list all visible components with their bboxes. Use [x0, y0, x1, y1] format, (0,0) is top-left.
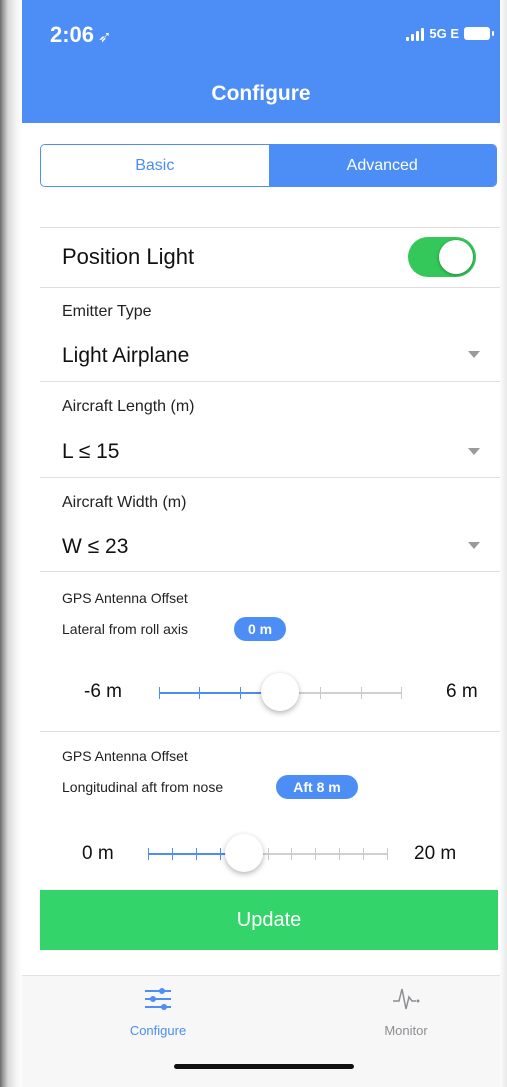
emitter-type-select[interactable]: Light Airplane	[62, 344, 189, 368]
longitudinal-offset-caption: Longitudinal aft from nose	[62, 779, 224, 795]
slider-tick	[315, 848, 317, 860]
device-frame-edge-right	[499, 0, 507, 1087]
slider-tick	[291, 848, 293, 860]
aircraft-length-caption: Aircraft Length (m)	[62, 398, 195, 415]
slider-tick	[239, 687, 241, 699]
divider	[40, 477, 500, 478]
divider	[40, 287, 500, 288]
sliders-icon	[145, 988, 171, 1010]
longitudinal-slider-min-label: 0 m	[82, 843, 114, 864]
tab-monitor[interactable]: Monitor	[346, 986, 466, 1038]
slider-tick	[171, 848, 173, 860]
page-title: Configure	[211, 82, 311, 105]
signal-strength-icon	[406, 27, 425, 41]
tab-bar: Configure Monitor	[22, 975, 500, 1087]
slider-tick	[159, 687, 160, 699]
status-time-text: 2:06	[50, 22, 95, 47]
aircraft-width-caption: Aircraft Width (m)	[62, 494, 187, 511]
position-light-label: Position Light	[62, 244, 195, 269]
battery-icon	[464, 27, 494, 40]
lateral-offset-value-badge: 0 m	[234, 617, 286, 641]
longitudinal-offset-slider[interactable]	[148, 848, 388, 860]
mode-segmented-control: Basic Advanced	[40, 144, 497, 187]
aircraft-length-dropdown-icon[interactable]	[468, 448, 480, 455]
status-time: 2:06 ➶	[50, 22, 111, 48]
longitudinal-slider-max-label: 20 m	[414, 843, 457, 864]
emitter-type-dropdown-icon[interactable]	[468, 351, 480, 358]
slider-tick	[195, 848, 197, 860]
tab-monitor-label: Monitor	[384, 1023, 428, 1038]
lateral-slider-thumb[interactable]	[261, 673, 299, 711]
location-arrow-icon: ➶	[98, 29, 112, 46]
app-screen: 2:06 ➶ 5G E Configure Basic Advanced Posi…	[22, 0, 500, 1087]
slider-tick	[199, 687, 201, 699]
slider-tick	[267, 848, 269, 860]
longitudinal-offset-title: GPS Antenna Offset	[62, 748, 188, 764]
divider	[40, 227, 500, 228]
slider-tick	[339, 848, 341, 860]
longitudinal-slider-thumb[interactable]	[224, 834, 263, 872]
divider	[40, 571, 500, 572]
tab-configure-label: Configure	[129, 1023, 187, 1038]
navigation-header: 2:06 ➶ 5G E Configure	[22, 0, 500, 123]
segment-basic[interactable]: Basic	[41, 145, 269, 186]
slider-tick	[219, 848, 221, 860]
lateral-slider-min-label: -6 m	[84, 681, 122, 702]
position-light-toggle[interactable]	[408, 237, 476, 277]
emitter-type-caption: Emitter Type	[62, 303, 152, 320]
home-indicator[interactable]	[174, 1064, 354, 1069]
tab-configure[interactable]: Configure	[98, 986, 218, 1038]
slider-tick	[387, 848, 388, 860]
network-type: 5G E	[429, 26, 459, 41]
lateral-offset-caption: Lateral from roll axis	[62, 621, 189, 637]
toggle-knob	[439, 240, 473, 274]
device-frame-edge	[0, 0, 22, 1087]
slider-tick	[148, 848, 149, 860]
pulse-icon	[393, 988, 420, 1010]
lateral-slider-max-label: 6 m	[446, 681, 478, 702]
status-indicators: 5G E	[406, 26, 494, 41]
aircraft-length-select[interactable]: L ≤ 15	[62, 440, 119, 464]
lateral-offset-title: GPS Antenna Offset	[62, 590, 188, 606]
slider-tick	[320, 687, 322, 699]
update-button[interactable]: Update	[40, 890, 498, 950]
longitudinal-offset-value-badge: Aft 8 m	[276, 775, 358, 799]
divider	[40, 731, 500, 732]
divider	[40, 381, 500, 382]
aircraft-width-select[interactable]: W ≤ 23	[62, 535, 128, 559]
slider-tick	[360, 687, 362, 699]
slider-tick	[401, 687, 402, 699]
aircraft-width-dropdown-icon[interactable]	[468, 542, 480, 549]
segment-advanced[interactable]: Advanced	[268, 145, 496, 186]
slider-tick	[363, 848, 365, 860]
